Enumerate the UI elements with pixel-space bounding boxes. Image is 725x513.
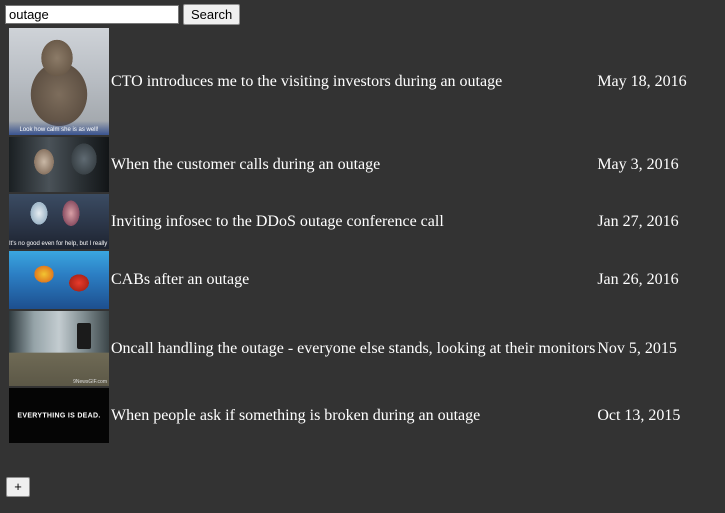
- result-title[interactable]: When the customer calls during an outage: [111, 137, 595, 192]
- thumbnail-caption: It's no good even for help, but I really…: [9, 241, 109, 247]
- result-date: May 3, 2016: [597, 155, 679, 173]
- result-date: May 18, 2016: [597, 72, 687, 90]
- result-thumbnail[interactable]: [9, 137, 109, 192]
- result-thumbnail[interactable]: EVERYTHING IS DEAD.: [9, 388, 109, 443]
- result-row[interactable]: 9NewsGIF.com Oncall handling the outage …: [9, 311, 687, 386]
- result-title[interactable]: Inviting infosec to the DDoS outage conf…: [111, 194, 595, 249]
- add-button[interactable]: +: [6, 477, 30, 497]
- thumbnail-cell: [9, 137, 109, 192]
- result-row[interactable]: EVERYTHING IS DEAD. When people ask if s…: [9, 388, 687, 443]
- result-row[interactable]: Look how calm she is as well! CTO introd…: [9, 28, 687, 135]
- result-date: Oct 13, 2015: [597, 406, 681, 424]
- search-input[interactable]: [5, 5, 179, 24]
- result-row[interactable]: When the customer calls during an outage…: [9, 137, 687, 192]
- thumbnail-cell: It's no good even for help, but I really…: [9, 194, 109, 249]
- result-row[interactable]: It's no good even for help, but I really…: [9, 194, 687, 249]
- search-bar: Search: [5, 4, 241, 25]
- result-title[interactable]: Oncall handling the outage - everyone el…: [111, 311, 595, 386]
- results-table: Look how calm she is as well! CTO introd…: [7, 26, 689, 445]
- result-date: Jan 27, 2016: [597, 212, 679, 230]
- result-title[interactable]: When people ask if something is broken d…: [111, 388, 595, 443]
- result-thumbnail[interactable]: 9NewsGIF.com: [9, 311, 109, 386]
- result-thumbnail[interactable]: It's no good even for help, but I really…: [9, 194, 109, 249]
- result-date: Nov 5, 2015: [597, 339, 677, 357]
- thumbnail-caption: Look how calm she is as well!: [19, 127, 99, 133]
- thumbnail-cell: Look how calm she is as well!: [9, 28, 109, 135]
- result-row[interactable]: CABs after an outage Jan 26, 2016: [9, 251, 687, 309]
- search-button[interactable]: Search: [183, 4, 241, 25]
- result-thumbnail[interactable]: [9, 251, 109, 309]
- thumbnail-caption: EVERYTHING IS DEAD.: [17, 412, 101, 419]
- thumbnail-cell: EVERYTHING IS DEAD.: [9, 388, 109, 443]
- result-title[interactable]: CTO introduces me to the visiting invest…: [111, 28, 595, 135]
- result-thumbnail[interactable]: Look how calm she is as well!: [9, 28, 109, 135]
- result-date: Jan 26, 2016: [597, 271, 679, 288]
- thumbnail-cell: [9, 251, 109, 309]
- thumbnail-caption: 9NewsGIF.com: [73, 379, 107, 385]
- thumbnail-cell: 9NewsGIF.com: [9, 311, 109, 386]
- result-title[interactable]: CABs after an outage: [111, 251, 595, 309]
